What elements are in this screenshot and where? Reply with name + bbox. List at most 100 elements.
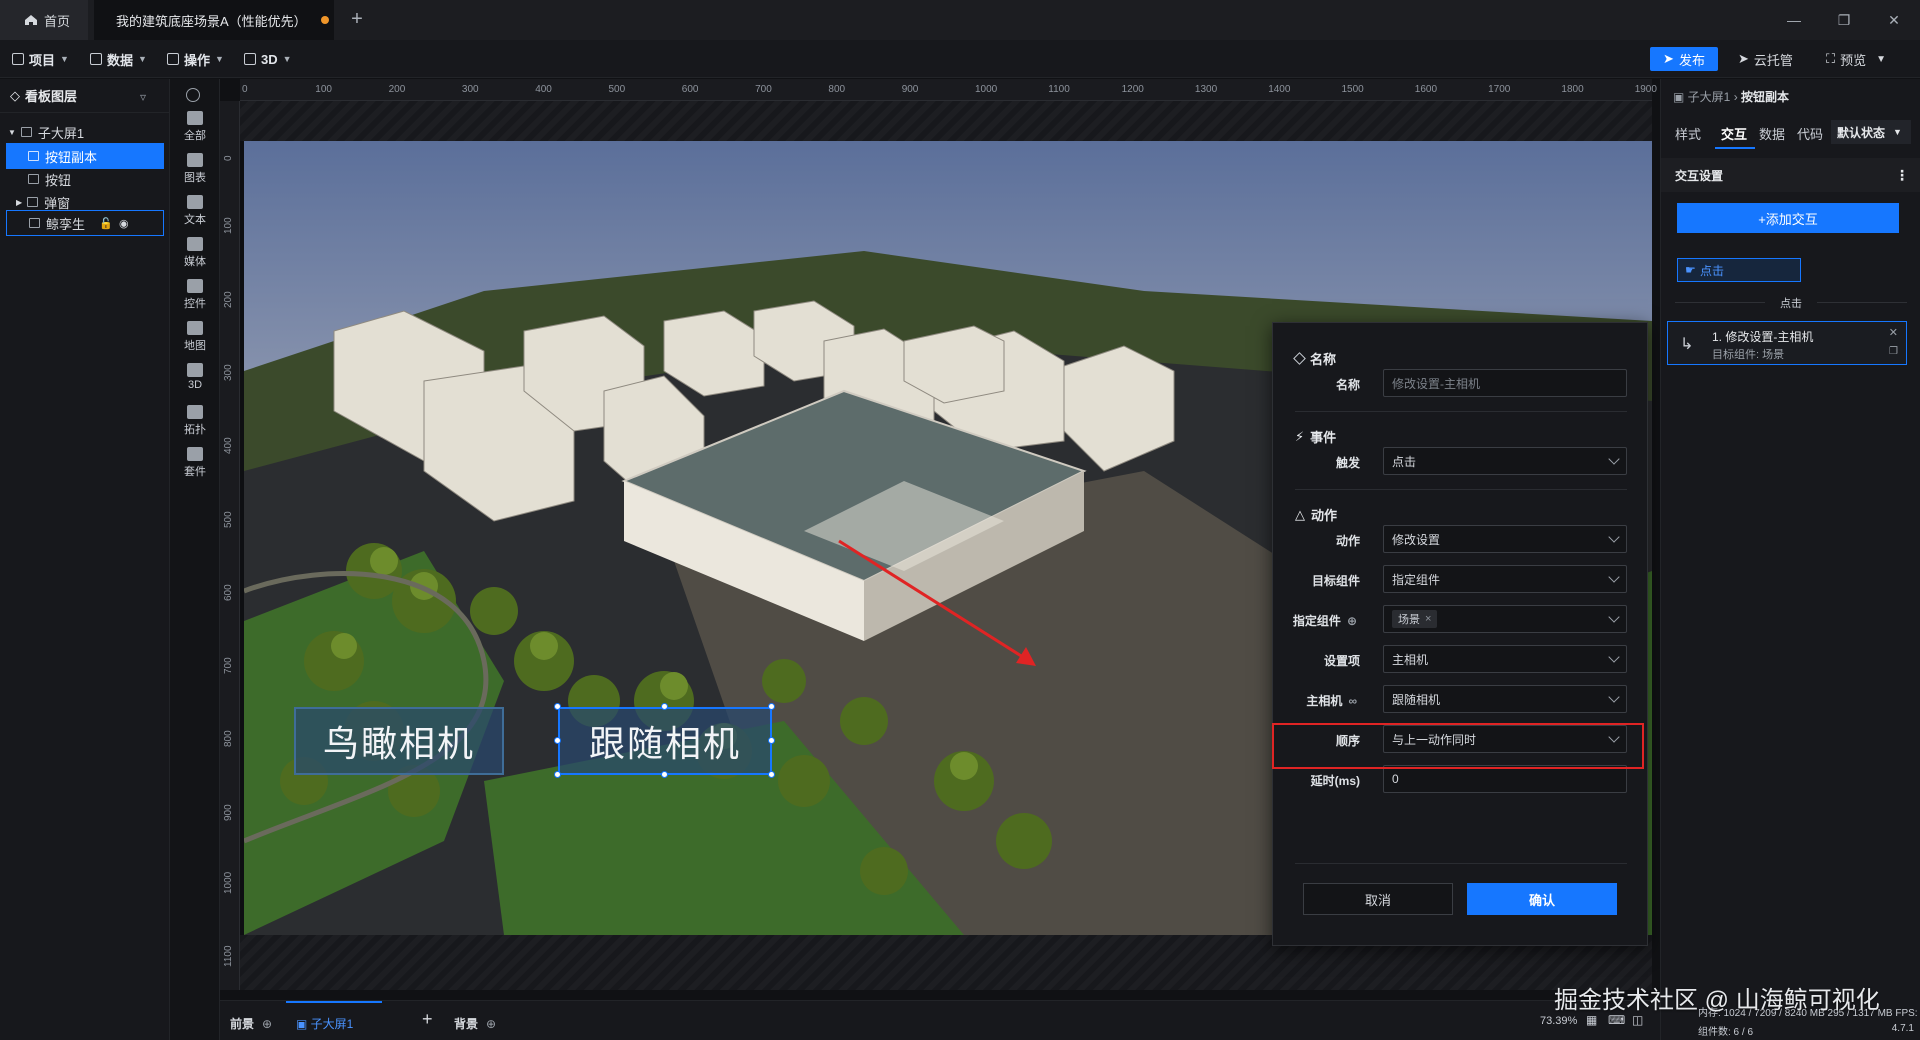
layer-label: 子大屏1 <box>37 125 85 141</box>
add-interaction-button[interactable]: +添加交互 <box>1677 203 1899 233</box>
new-tab-button[interactable]: + <box>346 8 368 30</box>
comp-kit[interactable]: 套件 <box>170 447 220 479</box>
action-card[interactable]: ↳ 1. 修改设置-主相机 目标组件: 场景 ✕ ❐ <box>1667 321 1907 365</box>
eye-icon[interactable]: ◉ <box>119 217 129 230</box>
comp-label: 控件 <box>184 298 206 310</box>
add-circle-icon[interactable]: ⊕ <box>262 1017 272 1031</box>
tab-scene[interactable]: 我的建筑底座场景A（性能优先） <box>94 0 334 40</box>
comp-all[interactable]: 全部 <box>170 111 220 143</box>
filter-icon[interactable]: ▿ <box>140 90 146 104</box>
camera-select[interactable]: 跟随相机 <box>1383 685 1627 713</box>
trigger-click-chip[interactable]: ☛ 点击 <box>1677 258 1801 282</box>
layer-item-screen[interactable]: ▼ 子大屏1 <box>0 119 170 145</box>
cancel-button[interactable]: 取消 <box>1303 883 1453 915</box>
cloud-host-button[interactable]: ➤ 云托管 <box>1738 47 1793 71</box>
tab-style[interactable]: 样式 <box>1675 124 1701 143</box>
tag-close-icon[interactable]: × <box>1425 613 1431 625</box>
resize-handle[interactable] <box>768 737 775 744</box>
close-icon[interactable]: ✕ <box>1884 10 1904 30</box>
ruler-tick-label: 600 <box>223 584 234 601</box>
menu-data[interactable]: 数据 ▼ <box>90 49 147 69</box>
comp-control[interactable]: 控件 <box>170 279 220 311</box>
copy-icon[interactable]: ❐ <box>1889 346 1898 357</box>
restore-icon[interactable]: ❐ <box>1834 10 1854 30</box>
action-select[interactable]: 修改设置 <box>1383 525 1627 553</box>
breadcrumb-parent[interactable]: 子大屏1 <box>1688 90 1731 104</box>
comp-map[interactable]: 地图 <box>170 321 220 353</box>
specified-select[interactable]: 场景 × <box>1383 605 1627 633</box>
add-screen-button[interactable]: + <box>422 1009 433 1030</box>
more-icon[interactable]: ⋮ <box>1895 167 1909 184</box>
screen-tab[interactable]: ▣ 子大屏1 <box>296 1015 353 1032</box>
background-tab[interactable]: 背景 ⊕ <box>454 1015 496 1032</box>
state-select[interactable]: 默认状态 ▼ <box>1831 120 1911 144</box>
resize-handle[interactable] <box>661 771 668 778</box>
zoom-level[interactable]: 73.39% <box>1540 1015 1577 1027</box>
chevron-down-icon <box>1608 531 1620 543</box>
resize-handle[interactable] <box>554 703 561 710</box>
resize-handle[interactable] <box>661 703 668 710</box>
name-input[interactable]: 修改设置-主相机 <box>1383 369 1627 397</box>
publish-button[interactable]: ➤ 发布 <box>1650 47 1718 71</box>
section-event-title: 事件 <box>1310 430 1337 445</box>
resize-handle[interactable] <box>768 771 775 778</box>
layer-item-scene[interactable]: 鲸孪生 🔓 ◉ <box>6 210 164 236</box>
menu-project-label: 项目 <box>29 52 56 68</box>
preview-button[interactable]: ⛶ 预览 ▼ <box>1826 47 1886 71</box>
keyboard-icon[interactable]: ⌨ <box>1608 1013 1625 1027</box>
unlock-icon[interactable]: 🔓 <box>99 217 113 230</box>
confirm-button[interactable]: 确认 <box>1467 883 1617 915</box>
tab-home-label: 首页 <box>44 13 71 29</box>
menu-operation[interactable]: 操作 ▼ <box>167 49 224 69</box>
close-icon[interactable]: ✕ <box>1889 326 1898 339</box>
comp-topology[interactable]: 拓扑 <box>170 405 220 437</box>
target-label: 目标组件 <box>1311 574 1360 588</box>
ruler-tick-label: 400 <box>535 84 552 95</box>
section-event: ⚡ 事件 <box>1295 427 1336 446</box>
tab-home[interactable]: 首页 <box>0 0 88 40</box>
comp-chart[interactable]: 图表 <box>170 153 220 185</box>
crosshair-icon[interactable]: ⊕ <box>1347 614 1357 628</box>
unsaved-dot-icon <box>320 16 329 24</box>
ruler-tick-label: 500 <box>223 510 234 528</box>
add-circle-icon[interactable]: ⊕ <box>486 1017 496 1031</box>
section-name-title: 名称 <box>1310 352 1337 367</box>
menu-3d[interactable]: 3D ▼ <box>244 49 292 69</box>
search-icon[interactable] <box>186 88 200 102</box>
database-icon <box>90 53 102 65</box>
resize-handle[interactable] <box>554 737 561 744</box>
resize-handle[interactable] <box>768 703 775 710</box>
resize-handle[interactable] <box>554 771 561 778</box>
minimize-icon[interactable]: — <box>1784 10 1804 30</box>
breadcrumb-current: 按钮副本 <box>1741 90 1790 104</box>
comp-text[interactable]: 文本 <box>170 195 220 227</box>
aerial-camera-button[interactable]: 鸟瞰相机 <box>294 707 504 775</box>
setting-value: 主相机 <box>1392 652 1429 667</box>
follow-camera-button[interactable]: 跟随相机 <box>558 707 772 775</box>
screen-icon: ▣ <box>296 1017 311 1031</box>
delay-input[interactable]: 0 <box>1383 765 1627 793</box>
trigger-select[interactable]: 点击 <box>1383 447 1627 475</box>
interaction-settings-title: 交互设置 <box>1675 168 1724 183</box>
tab-interaction[interactable]: 交互 <box>1721 124 1747 143</box>
delay-value: 0 <box>1392 772 1399 786</box>
comp-media[interactable]: 媒体 <box>170 237 220 269</box>
menu-data-label: 数据 <box>107 52 134 68</box>
tab-data[interactable]: 数据 <box>1759 124 1785 143</box>
target-select[interactable]: 指定组件 <box>1383 565 1627 593</box>
comp-3d[interactable]: 3D <box>170 363 220 391</box>
screen-icon <box>20 127 32 137</box>
link-icon[interactable]: ∞ <box>1348 694 1357 708</box>
chevron-down-icon <box>1608 651 1620 663</box>
comp-label: 图表 <box>184 172 206 184</box>
chevron-down-icon <box>1608 453 1620 465</box>
layout-icon[interactable]: ◫ <box>1632 1013 1643 1027</box>
chevron-down-icon <box>1608 611 1620 623</box>
ruler-tick-label: 700 <box>755 84 772 95</box>
tab-code[interactable]: 代码 <box>1797 124 1823 143</box>
fit-screen-icon[interactable]: ▦ <box>1586 1013 1597 1027</box>
menu-project[interactable]: 项目 ▼ <box>12 49 69 69</box>
setting-select[interactable]: 主相机 <box>1383 645 1627 673</box>
menu-3d-label: 3D <box>261 51 278 67</box>
foreground-tab[interactable]: 前景 ⊕ <box>230 1015 272 1032</box>
